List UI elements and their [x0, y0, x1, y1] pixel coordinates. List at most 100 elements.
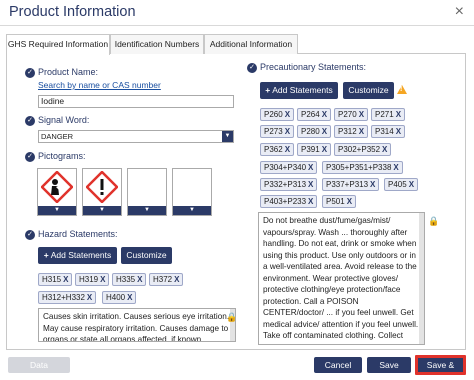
- precautionary-tag-code: P362: [264, 145, 283, 154]
- hazard-tag-code: H312+H332: [42, 293, 85, 302]
- plus-icon: +: [43, 250, 49, 260]
- pictogram-slot-2[interactable]: ▼: [82, 168, 122, 216]
- precautionary-tag-code: P270: [338, 110, 357, 119]
- precautionary-tag: P260 X: [260, 108, 295, 121]
- hazard-tag: H372 X: [149, 273, 184, 286]
- precautionary-tag: P273 X: [260, 125, 295, 138]
- precautionary-tag-code: P264: [301, 110, 320, 119]
- remove-x-icon[interactable]: X: [308, 180, 313, 189]
- hazard-tag-code: H319: [79, 275, 99, 284]
- save-button[interactable]: Save: [367, 357, 411, 373]
- hazard-add-statements-button[interactable]: + Add Statements: [38, 247, 117, 264]
- precautionary-tag: P391 X: [297, 143, 332, 156]
- precautionary-tag-code: P304+P340: [264, 163, 307, 172]
- title-bar: Product Information ×: [0, 0, 474, 26]
- remove-x-icon[interactable]: X: [322, 127, 327, 136]
- remove-x-icon[interactable]: X: [100, 275, 105, 284]
- pictogram-slot-1[interactable]: ▼: [37, 168, 77, 216]
- search-cas-link[interactable]: Search by name or CAS number: [38, 80, 161, 90]
- remove-x-icon[interactable]: X: [285, 110, 290, 119]
- pictograms-label: ✓ Pictograms:: [25, 151, 86, 162]
- signal-word-select[interactable]: DANGER ▼: [38, 130, 234, 143]
- chevron-down-icon: ▼: [222, 131, 233, 142]
- hazard-statements-text[interactable]: Causes skin irritation. Causes serious e…: [38, 308, 236, 342]
- tab-identification-numbers[interactable]: Identification Numbers: [110, 34, 204, 54]
- remove-x-icon[interactable]: X: [382, 145, 387, 154]
- close-icon[interactable]: ×: [455, 3, 464, 21]
- precautionary-add-statements-button[interactable]: + Add Statements: [260, 82, 338, 99]
- precautionary-tag: P270 X: [334, 108, 369, 121]
- precautionary-statements-label: ✓ Precautionary Statements:: [247, 62, 366, 73]
- remove-x-icon[interactable]: X: [285, 145, 290, 154]
- remove-x-icon[interactable]: X: [396, 127, 401, 136]
- precautionary-tag: P280 X: [297, 125, 332, 138]
- lock-icon[interactable]: 🔒: [428, 216, 439, 227]
- remove-x-icon[interactable]: X: [359, 127, 364, 136]
- chevron-down-icon: ▼: [38, 206, 76, 215]
- precautionary-tag-code: P280: [301, 127, 320, 136]
- lock-icon[interactable]: 🔒: [226, 312, 237, 323]
- remove-x-icon[interactable]: X: [409, 180, 414, 189]
- check-icon: ✓: [25, 67, 35, 78]
- exclamation-mark-icon: [86, 171, 118, 203]
- remove-x-icon[interactable]: X: [127, 293, 132, 302]
- remove-x-icon[interactable]: X: [396, 110, 401, 119]
- chevron-down-icon: ▼: [83, 206, 121, 215]
- product-name-input[interactable]: Iodine: [38, 95, 234, 108]
- check-icon: ✓: [25, 115, 35, 126]
- precautionary-tag-code: P312: [338, 127, 357, 136]
- health-hazard-icon: [41, 171, 73, 203]
- remove-x-icon[interactable]: X: [137, 275, 142, 284]
- hazard-tag-code: H315: [42, 275, 62, 284]
- hazard-customize-button[interactable]: Customize: [121, 247, 172, 264]
- precautionary-tag: P405 X: [384, 178, 419, 191]
- precautionary-tag-code: P314: [375, 127, 394, 136]
- data-translations-button[interactable]: Data Translations: [8, 357, 70, 380]
- remove-x-icon[interactable]: X: [370, 180, 375, 189]
- hazard-tag: H312+H332 X: [38, 291, 97, 304]
- precautionary-tag-code: P332+P313: [264, 180, 307, 189]
- remove-x-icon[interactable]: X: [87, 293, 92, 302]
- remove-x-icon[interactable]: X: [322, 145, 327, 154]
- precautionary-tag: P302+P352 X: [334, 143, 392, 156]
- hazard-tag: H335 X: [112, 273, 147, 286]
- precautionary-tag: P305+P351+P338 X: [322, 161, 403, 174]
- remove-x-icon[interactable]: X: [322, 110, 327, 119]
- precautionary-tag: P314 X: [371, 125, 406, 138]
- cancel-button[interactable]: Cancel: [314, 357, 362, 373]
- tab-additional-information[interactable]: Additional Information: [204, 34, 298, 54]
- tab-ghs-required[interactable]: GHS Required Information: [6, 34, 110, 55]
- precautionary-tag-code: P260: [264, 110, 283, 119]
- save-and-close-button[interactable]: Save & Close: [415, 355, 466, 380]
- precautionary-tag: P332+P313 X: [260, 178, 318, 191]
- precautionary-tag-code: P405: [388, 180, 407, 189]
- chevron-down-icon: ▼: [173, 206, 211, 215]
- remove-x-icon[interactable]: X: [359, 110, 364, 119]
- precautionary-statements-text[interactable]: Do not breathe dust/fume/gas/mist/ vapou…: [258, 212, 425, 345]
- precautionary-tag-code: P403+P233: [264, 197, 307, 206]
- remove-x-icon[interactable]: X: [347, 197, 352, 206]
- tab-bar: GHS Required Information Identification …: [6, 34, 466, 55]
- check-icon: ✓: [25, 151, 35, 162]
- remove-x-icon[interactable]: X: [285, 127, 290, 136]
- precautionary-tag: P501 X: [322, 195, 357, 208]
- remove-x-icon[interactable]: X: [393, 163, 398, 172]
- pictogram-slot-3[interactable]: ▼: [127, 168, 167, 216]
- precautionary-tag: P271 X: [371, 108, 406, 121]
- remove-x-icon[interactable]: X: [63, 275, 68, 284]
- product-name-label: ✓ Product Name:: [25, 67, 98, 78]
- precautionary-tag-code: P337+P313: [326, 180, 369, 189]
- precautionary-customize-button[interactable]: Customize: [343, 82, 394, 99]
- precautionary-tag: P264 X: [297, 108, 332, 121]
- remove-x-icon[interactable]: X: [174, 275, 179, 284]
- scrollbar[interactable]: [419, 213, 424, 344]
- precautionary-tag-code: P501: [326, 197, 345, 206]
- remove-x-icon[interactable]: X: [308, 197, 313, 206]
- check-icon: ✓: [247, 62, 257, 73]
- hazard-tag: H315 X: [38, 273, 73, 286]
- precautionary-tag: P337+P313 X: [322, 178, 380, 191]
- pictogram-slot-4[interactable]: ▼: [172, 168, 212, 216]
- remove-x-icon[interactable]: X: [308, 163, 313, 172]
- plus-icon: +: [265, 85, 271, 95]
- signal-word-value: DANGER: [41, 132, 74, 141]
